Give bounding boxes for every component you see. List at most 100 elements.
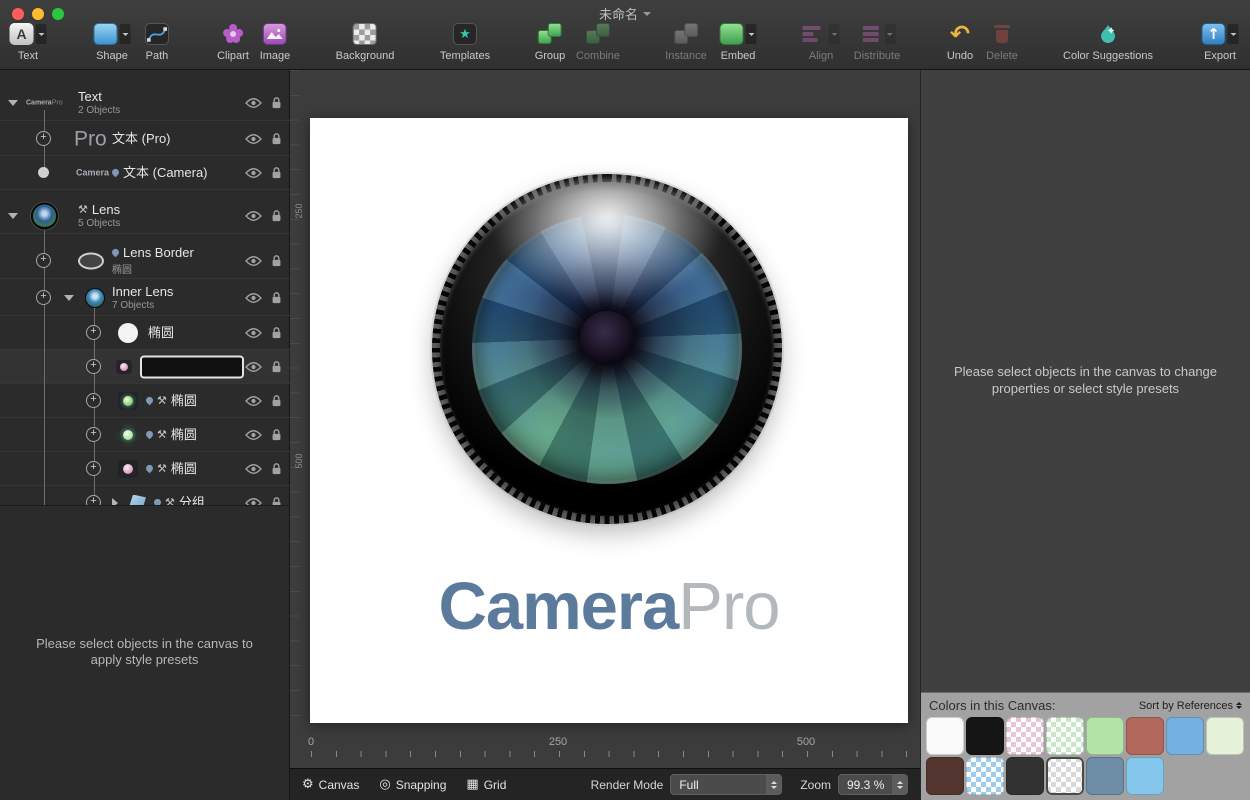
lens-artwork[interactable] xyxy=(432,174,782,524)
toolbar-label: Clipart xyxy=(217,50,249,62)
chevron-down-icon[interactable] xyxy=(746,24,757,44)
add-node-icon[interactable] xyxy=(86,427,101,442)
lock-icon[interactable] xyxy=(271,462,282,476)
layer-title: 椭圆 xyxy=(171,461,197,475)
toolbar-background-button[interactable]: Background xyxy=(336,21,395,62)
lock-icon[interactable] xyxy=(271,96,282,110)
chevron-down-icon[interactable] xyxy=(36,24,47,44)
toolbar-label: Text xyxy=(10,50,47,62)
style-droplet-icon xyxy=(145,396,155,406)
visibility-eye-icon[interactable] xyxy=(245,210,262,222)
layer-controls xyxy=(245,291,282,305)
lock-icon[interactable] xyxy=(271,360,282,374)
zoom-stepper[interactable]: 99.3 % xyxy=(838,774,908,795)
snapping-button[interactable]: ◎ Snapping xyxy=(379,777,446,792)
toolbar-image-button[interactable]: Image xyxy=(260,21,291,62)
toolbar-shape-button[interactable]: Shape xyxy=(94,21,131,62)
add-node-icon[interactable] xyxy=(86,495,101,507)
toolbar-templates-button[interactable]: ★ Templates xyxy=(440,21,490,62)
distribute-icon xyxy=(859,23,883,45)
disclosure-open-icon[interactable] xyxy=(64,295,74,301)
chevron-down-icon[interactable] xyxy=(120,24,131,44)
sort-by-references-select[interactable]: Sort by References xyxy=(1139,699,1242,712)
add-node-icon[interactable] xyxy=(36,253,51,268)
visibility-eye-icon[interactable] xyxy=(245,429,262,441)
lock-icon[interactable] xyxy=(271,254,282,268)
color-swatch[interactable] xyxy=(1126,757,1164,795)
add-node-icon[interactable] xyxy=(86,325,101,340)
ruler-tick-label: 250 xyxy=(294,198,304,224)
color-swatch[interactable] xyxy=(966,757,1004,795)
color-swatch[interactable] xyxy=(1046,757,1084,795)
toolbar-group-button[interactable]: Group xyxy=(535,21,566,62)
paint-droplet-icon xyxy=(1096,23,1120,45)
visibility-eye-icon[interactable] xyxy=(245,292,262,304)
toolbar-export-button[interactable]: ↑ Export xyxy=(1202,21,1239,62)
toolbar-embed-button[interactable]: Embed xyxy=(720,21,757,62)
lock-icon[interactable] xyxy=(271,209,282,223)
toolbar-label: Distribute xyxy=(854,50,900,62)
canvas[interactable]: 250 500 CameraPro 0 250 500 xyxy=(290,70,920,800)
chevron-down-icon[interactable] xyxy=(1228,24,1239,44)
color-swatch[interactable] xyxy=(926,717,964,755)
layer-thumbnail: CameraPro xyxy=(26,99,63,106)
lock-icon[interactable] xyxy=(271,166,282,180)
style-droplet-icon xyxy=(145,464,155,474)
toolbar-color-suggestions-button[interactable]: Color Suggestions xyxy=(1063,21,1153,62)
toolbar-undo-button[interactable]: ↶ Undo xyxy=(947,21,973,62)
layer-row-lens-group[interactable]: ⚒Lens 5 Objects xyxy=(0,198,290,234)
color-swatch[interactable] xyxy=(1126,717,1164,755)
color-swatch[interactable] xyxy=(1086,757,1124,795)
visibility-eye-icon[interactable] xyxy=(245,497,262,507)
lock-icon[interactable] xyxy=(271,496,282,507)
disclosure-open-icon[interactable] xyxy=(8,213,18,219)
horizontal-ruler: 0 250 500 xyxy=(290,733,920,759)
visibility-eye-icon[interactable] xyxy=(245,97,262,109)
lock-icon[interactable] xyxy=(271,428,282,442)
add-node-icon[interactable] xyxy=(36,131,51,146)
lock-icon[interactable] xyxy=(271,132,282,146)
color-swatch[interactable] xyxy=(966,717,1004,755)
visibility-eye-icon[interactable] xyxy=(245,255,262,267)
toolbar-instance-button: Instance xyxy=(665,21,707,62)
add-node-icon[interactable] xyxy=(86,461,101,476)
lock-icon[interactable] xyxy=(271,394,282,408)
add-node-icon[interactable] xyxy=(36,290,51,305)
toolbar-clipart-button[interactable]: Clipart xyxy=(217,21,249,62)
color-swatch[interactable] xyxy=(1006,717,1044,755)
toolbar-text-button[interactable]: A Text xyxy=(10,21,47,62)
layer-title: Lens xyxy=(92,202,120,216)
grid-button[interactable]: ▦ Grid xyxy=(466,777,506,792)
visibility-eye-icon[interactable] xyxy=(245,395,262,407)
visibility-eye-icon[interactable] xyxy=(245,167,262,179)
wrench-icon: ⚒ xyxy=(157,463,167,474)
tree-line xyxy=(44,230,45,506)
add-node-icon[interactable] xyxy=(86,359,101,374)
canvas-settings-button[interactable]: ⚙ Canvas xyxy=(302,777,359,792)
color-swatch[interactable] xyxy=(926,757,964,795)
disclosure-closed-icon[interactable] xyxy=(112,498,118,507)
color-swatch[interactable] xyxy=(1086,717,1124,755)
visibility-eye-icon[interactable] xyxy=(245,361,262,373)
color-swatch[interactable] xyxy=(1006,757,1044,795)
layer-rename-input[interactable] xyxy=(140,355,244,378)
color-swatch[interactable] xyxy=(1046,717,1084,755)
lock-icon[interactable] xyxy=(271,291,282,305)
sort-label: Sort by References xyxy=(1139,700,1233,712)
brand-wordmark[interactable]: CameraPro xyxy=(310,568,908,645)
layer-controls xyxy=(245,496,282,507)
aperture-hole xyxy=(580,311,634,365)
add-node-icon[interactable] xyxy=(86,393,101,408)
color-swatch[interactable] xyxy=(1166,717,1204,755)
visibility-eye-icon[interactable] xyxy=(245,327,262,339)
toolbar-path-button[interactable]: Path xyxy=(145,21,169,62)
visibility-eye-icon[interactable] xyxy=(245,463,262,475)
toolbar-label: Group xyxy=(535,50,566,62)
artboard[interactable]: CameraPro xyxy=(310,118,908,723)
disclosure-open-icon[interactable] xyxy=(8,100,18,106)
color-swatch[interactable] xyxy=(1206,717,1244,755)
visibility-eye-icon[interactable] xyxy=(245,133,262,145)
lock-icon[interactable] xyxy=(271,326,282,340)
render-mode-select[interactable]: Full xyxy=(670,774,782,795)
toolbar-distribute-button: Distribute xyxy=(854,21,900,62)
